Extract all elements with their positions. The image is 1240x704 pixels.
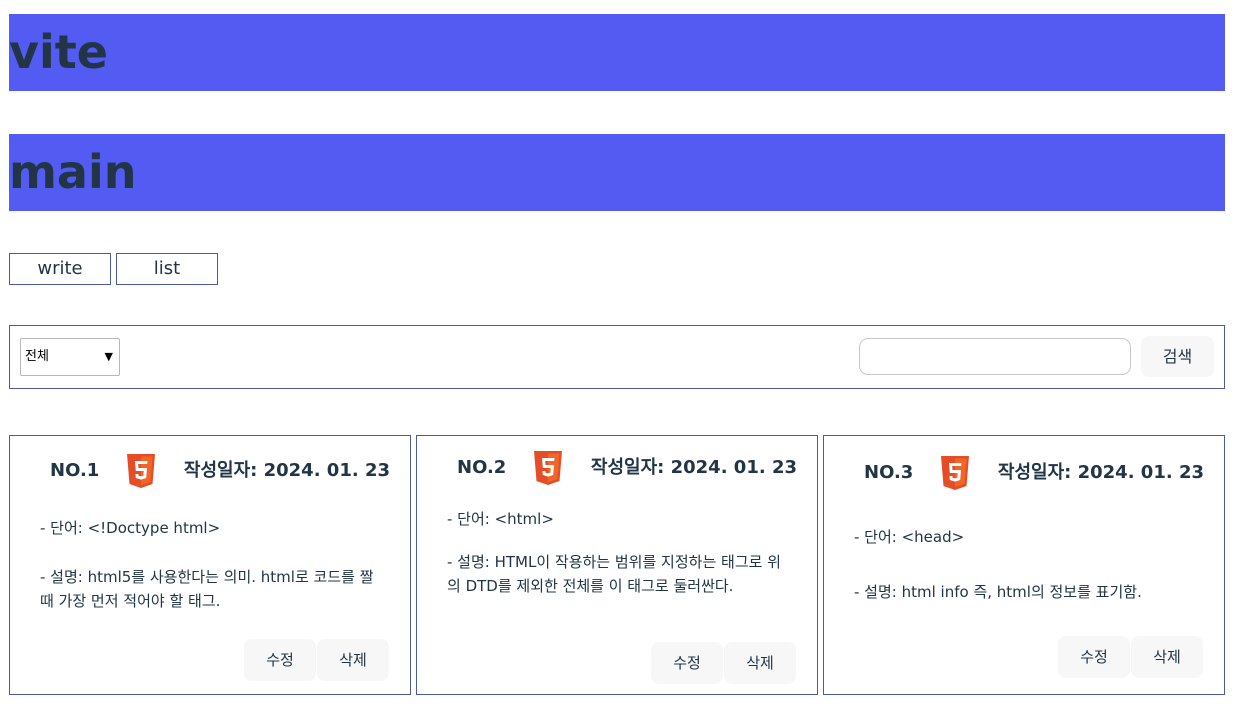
search-input[interactable]	[859, 338, 1131, 375]
edit-button[interactable]: 수정	[651, 642, 723, 684]
html5-icon	[127, 454, 155, 488]
category-select[interactable]: 전체 ▼	[20, 338, 120, 376]
search-button[interactable]: 검색	[1141, 336, 1214, 377]
main-title: main	[9, 145, 137, 199]
card-description: - 설명: HTML이 작용하는 범위를 지정하는 태그로 위의 DTD를 제외…	[447, 553, 781, 595]
delete-button[interactable]: 삭제	[317, 639, 389, 681]
main-banner: main	[9, 134, 1225, 211]
card-header: NO.1 작성일자: 2024. 01. 23	[10, 454, 410, 488]
edit-button[interactable]: 수정	[244, 639, 316, 681]
card-description: - 설명: html5를 사용한다는 의미. html로 코드를 짤 때 가장 …	[40, 568, 374, 610]
chevron-down-icon: ▼	[104, 350, 113, 363]
delete-button[interactable]: 삭제	[1131, 636, 1203, 678]
word-card: NO.1 작성일자: 2024. 01. 23 - 단어: <!Doctype …	[9, 435, 411, 695]
card-date: 작성일자: 2024. 01. 23	[183, 460, 390, 481]
card-actions: 수정 삭제	[1058, 636, 1204, 678]
card-actions: 수정 삭제	[651, 642, 797, 684]
card-header: NO.3 작성일자: 2024. 01. 23	[824, 456, 1224, 490]
word-card: NO.3 작성일자: 2024. 01. 23 - 단어: <head> - 설…	[823, 435, 1225, 695]
card-date: 작성일자: 2024. 01. 23	[997, 462, 1204, 483]
card-number: NO.2	[457, 457, 507, 478]
card-word: - 단어: <head>	[854, 528, 965, 546]
filter-bar: 전체 ▼ 검색	[9, 325, 1225, 389]
card-word: - 단어: <html>	[447, 510, 554, 528]
card-number: NO.1	[50, 460, 100, 481]
card-word: - 단어: <!Doctype html>	[40, 519, 221, 537]
card-actions: 수정 삭제	[244, 639, 390, 681]
vite-banner: vite	[9, 14, 1225, 91]
vite-title: vite	[9, 25, 108, 79]
delete-button[interactable]: 삭제	[724, 642, 796, 684]
category-select-value: 전체	[25, 349, 49, 364]
edit-button[interactable]: 수정	[1058, 636, 1130, 678]
card-date: 작성일자: 2024. 01. 23	[590, 457, 797, 478]
list-button[interactable]: list	[116, 253, 218, 285]
card-description: - 설명: html info 즉, html의 정보를 표기함.	[854, 583, 1142, 601]
word-card: NO.2 작성일자: 2024. 01. 23 - 단어: <html> - 설…	[416, 435, 818, 695]
html5-icon	[534, 451, 562, 485]
card-number: NO.3	[864, 462, 914, 483]
write-button[interactable]: write	[9, 253, 111, 285]
html5-icon	[941, 456, 969, 490]
card-header: NO.2 작성일자: 2024. 01. 23	[417, 451, 817, 485]
